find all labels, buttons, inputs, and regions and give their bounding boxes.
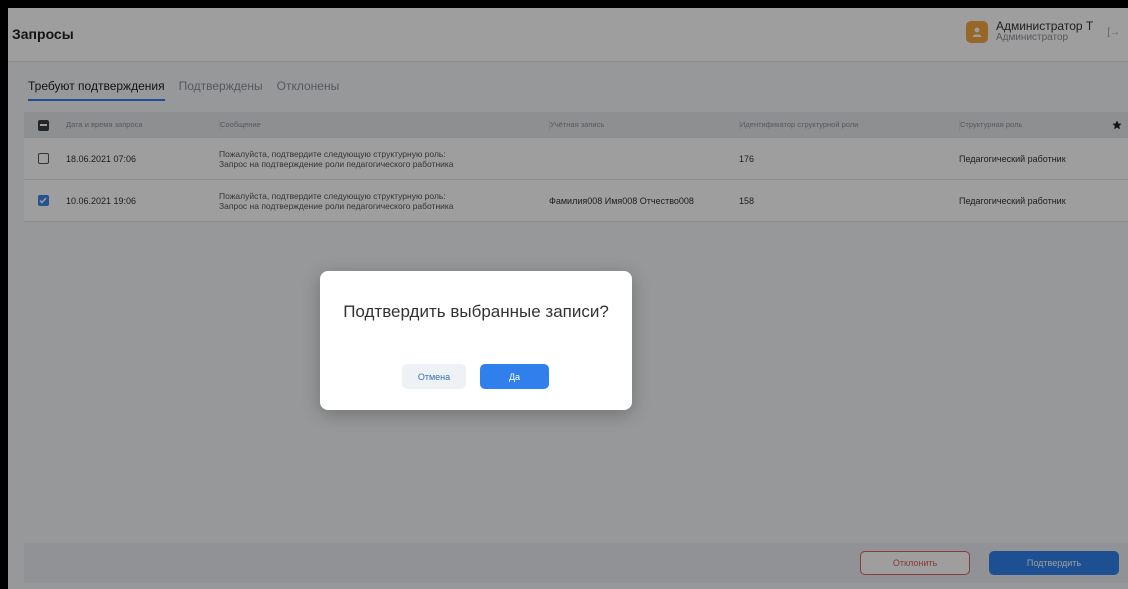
yes-button[interactable]: Да xyxy=(480,364,549,389)
cancel-button[interactable]: Отмена xyxy=(402,364,466,389)
confirm-dialog: Подтвердить выбранные записи? Отмена Да xyxy=(320,271,632,410)
dialog-title: Подтвердить выбранные записи? xyxy=(343,302,609,321)
app-window: Запросы Администратор Т Администратор [→… xyxy=(8,8,1128,589)
